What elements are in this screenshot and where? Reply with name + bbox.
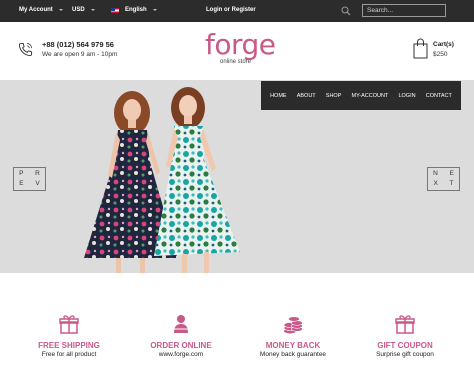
coins-icon: [283, 316, 303, 334]
search-input[interactable]: [362, 4, 446, 17]
hero-slider: HOME ABOUT SHOP MY-ACCOUNT LOGIN CONTACT: [0, 80, 474, 273]
site-logo[interactable]: forge: [205, 31, 276, 59]
feature-desc: Surprise gift coupon: [376, 351, 434, 358]
cart-label[interactable]: Cart(s): [433, 41, 454, 48]
next-slide-button[interactable]: N E X T: [427, 167, 460, 191]
shopping-bag-icon[interactable]: [413, 38, 428, 59]
main-nav: HOME ABOUT SHOP MY-ACCOUNT LOGIN CONTACT: [261, 81, 461, 110]
account-label: My Account: [19, 7, 53, 13]
nav-shop[interactable]: SHOP: [326, 93, 342, 99]
chevron-down-icon: [90, 9, 95, 11]
opening-hours: We are open 9 am - 10pm: [42, 51, 118, 58]
next-label-line: N E: [433, 170, 459, 177]
hero-models-image: [84, 87, 240, 273]
language-label: English: [125, 7, 147, 13]
phone-number: +88 (012) 564 979 56: [42, 40, 114, 49]
feature-order-online: ORDER ONLINE www.forge.com: [126, 313, 236, 358]
prev-slide-button[interactable]: P R E V: [13, 167, 46, 191]
nav-login[interactable]: LOGIN: [398, 93, 415, 99]
cart-total: $250: [433, 51, 448, 58]
prev-label-line: P R: [19, 170, 45, 177]
site-header: +88 (012) 564 979 56 We are open 9 am - …: [0, 22, 474, 80]
flag-icon: [111, 7, 119, 13]
search-icon[interactable]: [341, 6, 351, 16]
feature-title: ORDER ONLINE: [150, 341, 212, 350]
next-label-line: X T: [433, 180, 459, 187]
features-section: FREE SHIPPING Free for all product ORDER…: [0, 273, 474, 370]
currency-label: USD: [72, 7, 85, 13]
nav-about[interactable]: ABOUT: [297, 93, 316, 99]
feature-desc: Money back guarantee: [259, 351, 327, 358]
feature-money-back: MONEY BACK Money back guarantee: [238, 313, 348, 358]
feature-desc: Free for all product: [41, 351, 97, 358]
account-dropdown[interactable]: My Account: [19, 7, 63, 13]
nav-home[interactable]: HOME: [270, 93, 287, 99]
gift-icon: [395, 315, 415, 334]
feature-desc: www.forge.com: [158, 351, 204, 358]
prev-label-line: E V: [19, 180, 45, 187]
nav-contact[interactable]: CONTACT: [426, 93, 452, 99]
top-bar: My Account USD English Login or Register: [0, 0, 474, 22]
feature-free-shipping: FREE SHIPPING Free for all product: [14, 313, 124, 358]
chevron-down-icon: [58, 9, 63, 11]
currency-dropdown[interactable]: USD: [72, 7, 95, 13]
logo-tagline: online store: [220, 59, 252, 65]
gift-icon: [59, 315, 79, 334]
feature-title: MONEY BACK: [265, 341, 321, 350]
feature-gift-coupon: GIFT COUPON Surprise gift coupon: [350, 313, 460, 358]
phone-icon: [18, 42, 33, 57]
person-icon: [174, 315, 188, 333]
feature-title: FREE SHIPPING: [38, 341, 100, 350]
nav-my-account[interactable]: MY-ACCOUNT: [352, 93, 389, 99]
feature-title: GIFT COUPON: [377, 341, 433, 350]
login-register-link[interactable]: Login or Register: [206, 7, 256, 13]
language-dropdown[interactable]: English: [111, 7, 157, 13]
chevron-down-icon: [152, 9, 157, 11]
